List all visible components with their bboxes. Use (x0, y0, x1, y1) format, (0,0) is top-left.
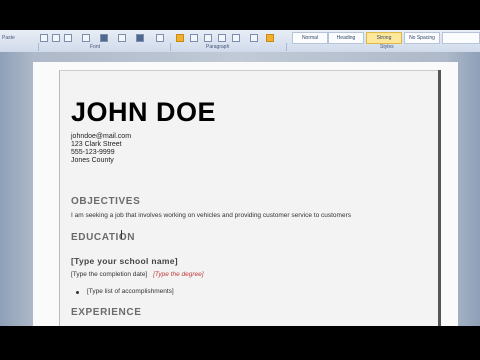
superscript-icon[interactable] (118, 34, 126, 42)
video-frame: Paste Normal Heading Strong No Spacing F… (0, 0, 480, 360)
school-name-placeholder[interactable]: [Type your school name] (71, 256, 178, 266)
change-case-icon[interactable] (136, 34, 144, 42)
bullet-icon (76, 291, 79, 294)
education-heading[interactable]: EDUCATION (71, 232, 135, 243)
degree-placeholder[interactable]: [Type the degree] (153, 271, 203, 278)
line-spacing-icon[interactable] (250, 34, 258, 42)
paragraph-group-label: Paragraph (206, 44, 230, 50)
styles-group-label: Styles (380, 44, 394, 50)
group-separator (286, 43, 287, 51)
contact-street[interactable]: 123 Clark Street (71, 141, 122, 149)
align-center-icon[interactable] (204, 34, 212, 42)
accomplishments-placeholder[interactable]: [Type list of accomplishments] (87, 288, 174, 295)
ribbon-tools-row: Paste Normal Heading Strong No Spacing (0, 32, 480, 44)
shading-icon[interactable] (266, 34, 274, 42)
align-left-icon[interactable] (190, 34, 198, 42)
underline-icon[interactable] (64, 34, 72, 42)
strikethrough-icon[interactable] (82, 34, 90, 42)
contact-county[interactable]: Jones County (71, 157, 114, 165)
contact-phone[interactable]: 555-123-9999 (71, 149, 115, 157)
group-separator (38, 43, 39, 51)
highlight-icon[interactable] (176, 34, 184, 42)
align-right-icon[interactable] (218, 34, 226, 42)
letterbox-bottom (0, 326, 480, 360)
justify-icon[interactable] (232, 34, 240, 42)
bold-icon[interactable] (40, 34, 48, 42)
paste-label[interactable]: Paste (2, 35, 15, 41)
subscript-icon[interactable] (100, 34, 108, 42)
completion-date-placeholder[interactable]: [Type the completion date] (71, 271, 147, 278)
letterbox-top (0, 0, 480, 30)
text-cursor (121, 230, 122, 239)
ribbon-toolbar: Paste Normal Heading Strong No Spacing F… (0, 30, 480, 53)
objective-text[interactable]: I am seeking a job that involves working… (71, 212, 351, 219)
ribbon-group-labels: Font Paragraph Styles (0, 43, 480, 52)
font-group-label: Font (90, 44, 101, 50)
completion-line: [Type the completion date] [Type the deg… (71, 271, 204, 278)
contact-email[interactable]: johndoe@mail.com (71, 133, 131, 141)
italic-icon[interactable] (52, 34, 60, 42)
experience-heading[interactable]: EXPERIENCE (71, 307, 141, 318)
clear-format-icon[interactable] (156, 34, 164, 42)
resume-name[interactable]: JOHN DOE (71, 97, 216, 128)
group-separator (170, 43, 171, 51)
objectives-heading[interactable]: OBJECTIVES (71, 196, 140, 207)
